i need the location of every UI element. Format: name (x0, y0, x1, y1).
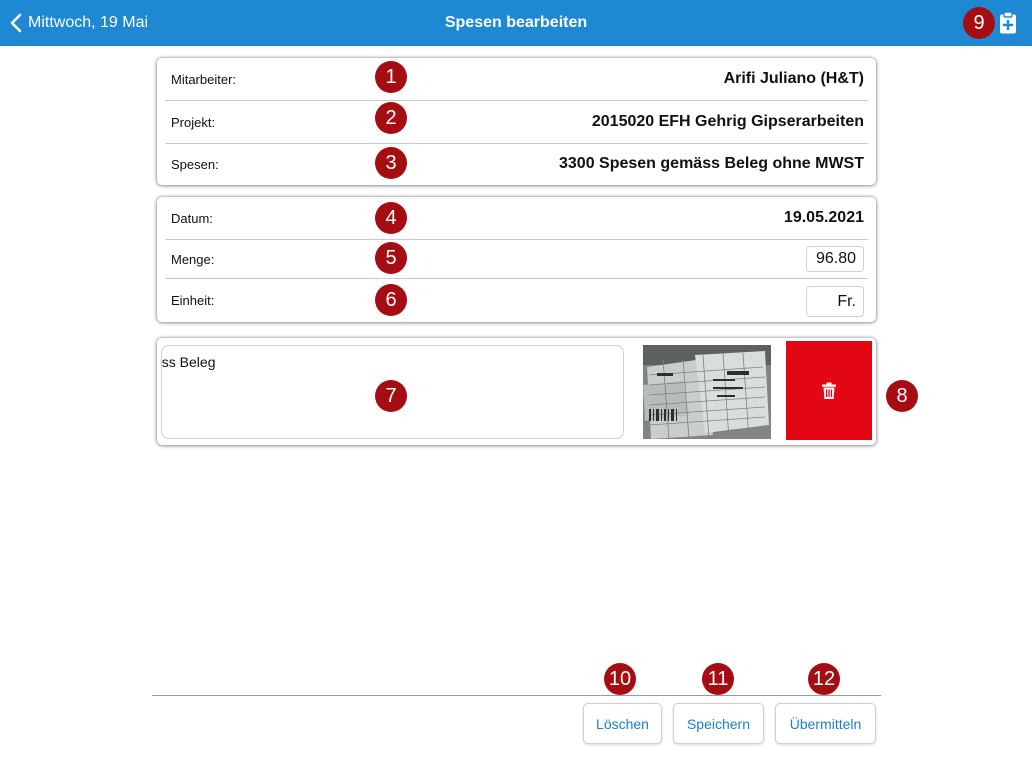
project-label: Projekt: (171, 115, 216, 130)
annotation-badge-10: 10 (604, 663, 636, 695)
add-attachment-button[interactable] (997, 11, 1019, 35)
trash-icon (822, 382, 836, 399)
annotation-badge-9: 9 (963, 7, 995, 39)
expense-type-label: Spesen: (171, 157, 219, 172)
annotation-badge-7: 7 (375, 380, 407, 412)
footer-divider (152, 695, 881, 696)
receipt-photo-image (643, 345, 771, 439)
unit-input[interactable]: Fr. (806, 286, 864, 317)
annotation-badge-11: 11 (702, 663, 734, 695)
project-row: Projekt: 2015020 EFH Gehrig Gipserarbeit… (165, 101, 868, 144)
annotation-badge-2: 2 (375, 102, 407, 134)
annotation-badge-1: 1 (375, 61, 407, 93)
delete-receipt-button[interactable] (786, 341, 872, 440)
date-value[interactable]: 19.05.2021 (784, 209, 864, 227)
clipboard-plus-icon (1000, 11, 1016, 34)
expense-detail-card: Datum: 19.05.2021 Menge: 96.80 Einheit: … (157, 197, 876, 322)
annotation-badge-3: 3 (375, 147, 407, 179)
expense-type-row: Spesen: 3300 Spesen gemäss Beleg ohne MW… (165, 144, 868, 185)
submit-button[interactable]: Übermitteln (775, 703, 876, 744)
unit-row: Einheit: Fr. (165, 279, 868, 322)
receipt-card: äss Beleg (157, 338, 876, 445)
annotation-badge-6: 6 (375, 284, 407, 316)
date-label: Datum: (171, 211, 213, 226)
annotation-badge-4: 4 (375, 202, 407, 234)
quantity-input[interactable]: 96.80 (806, 246, 864, 272)
unit-label: Einheit: (171, 293, 215, 308)
annotation-badge-8: 8 (886, 380, 918, 412)
date-row: Datum: 19.05.2021 (165, 197, 868, 240)
employee-row: Mitarbeiter: Arifi Juliano (H&T) (165, 58, 868, 101)
annotation-badge-12: 12 (808, 663, 840, 695)
quantity-row: Menge: 96.80 (165, 240, 868, 279)
employee-value[interactable]: Arifi Juliano (H&T) (724, 70, 864, 88)
page-title: Spesen bearbeiten (444, 14, 588, 31)
note-text: äss Beleg (161, 354, 216, 370)
save-button[interactable]: Speichern (673, 703, 764, 744)
annotation-badge-5: 5 (375, 242, 407, 274)
employee-project-card: Mitarbeiter: Arifi Juliano (H&T) Projekt… (157, 58, 876, 185)
quantity-label: Menge: (171, 252, 215, 267)
receipt-photo[interactable] (643, 345, 771, 439)
navigation-bar: Mittwoch, 19 Mai Spesen bearbeiten (0, 0, 1032, 46)
project-value[interactable]: 2015020 EFH Gehrig Gipserarbeiten (592, 113, 864, 131)
delete-button[interactable]: Löschen (583, 703, 662, 744)
employee-label: Mitarbeiter: (171, 72, 237, 87)
expense-type-value[interactable]: 3300 Spesen gemäss Beleg ohne MWST (559, 155, 864, 173)
